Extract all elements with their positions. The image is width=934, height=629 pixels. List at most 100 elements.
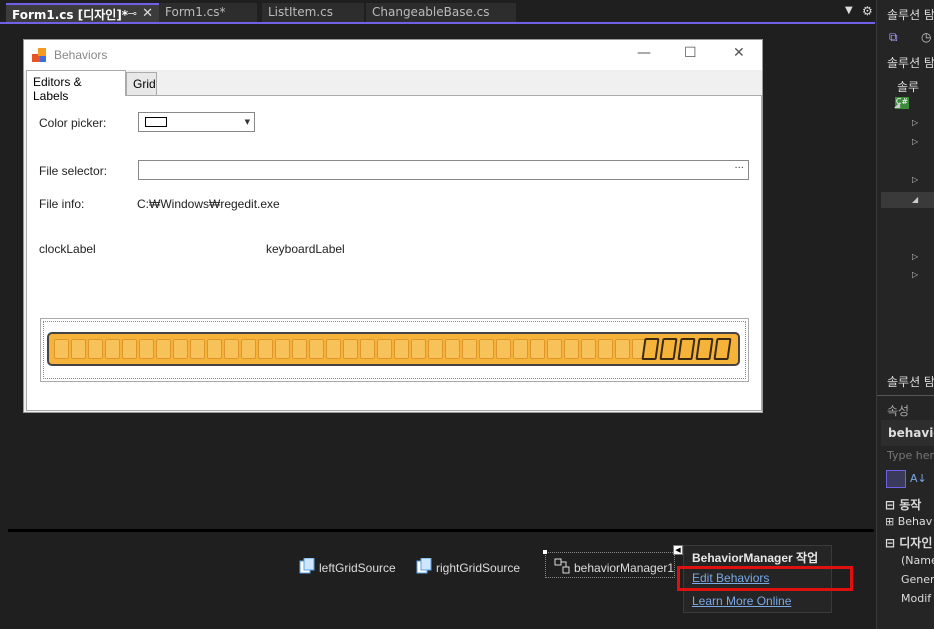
maximize-button[interactable]: ☐ bbox=[684, 45, 697, 61]
led-cell bbox=[360, 339, 375, 359]
led-cell bbox=[54, 339, 69, 359]
sort-alpha-icon[interactable]: A↓ bbox=[910, 472, 927, 485]
led-cell bbox=[496, 339, 511, 359]
solution-explorer-search[interactable]: 솔루션 탐 bbox=[887, 54, 934, 71]
expand-arrow-icon[interactable]: ▷ bbox=[912, 118, 918, 127]
solution-explorer-title: 솔루션 탐 bbox=[887, 8, 934, 22]
led-cell bbox=[479, 339, 494, 359]
form-title-bar: Behaviors — ☐ ✕ bbox=[24, 40, 762, 70]
close-button[interactable]: ✕ bbox=[733, 45, 745, 61]
solution-node[interactable]: 솔루 bbox=[897, 78, 919, 95]
led-cell bbox=[190, 339, 205, 359]
led-cell bbox=[394, 339, 409, 359]
tab-dropdown-icon[interactable]: ▼ bbox=[845, 5, 853, 16]
led-digit bbox=[659, 338, 678, 360]
keyboard-label: keyboardLabel bbox=[266, 242, 345, 256]
collapse-arrow-icon[interactable]: ◢ bbox=[912, 195, 918, 204]
clock-label: clockLabel bbox=[39, 242, 96, 256]
led-cell bbox=[615, 339, 630, 359]
form-title: Behaviors bbox=[54, 48, 108, 62]
tab-label: ListItem.cs bbox=[268, 5, 333, 19]
led-cell bbox=[598, 339, 613, 359]
smart-tag-arrow-icon[interactable]: ◀ bbox=[673, 545, 683, 555]
led-cell bbox=[173, 339, 188, 359]
led-cell bbox=[88, 339, 103, 359]
expand-arrow-icon[interactable]: ▷ bbox=[912, 252, 918, 261]
category-design[interactable]: ⊟ 디자인 bbox=[885, 534, 932, 551]
led-cell bbox=[462, 339, 477, 359]
prop-name[interactable]: (Name bbox=[901, 554, 934, 567]
chevron-down-icon: ▼ bbox=[244, 118, 250, 126]
behavior-manager-icon bbox=[554, 558, 570, 574]
properties-search-input[interactable]: Type here bbox=[887, 449, 934, 462]
tab-label: Form1.cs [디자인]* bbox=[12, 8, 129, 22]
solution-explorer-tab[interactable]: 솔루션 탐 bbox=[887, 373, 934, 390]
selected-object-name[interactable]: behavio bbox=[888, 426, 934, 440]
pin-icon[interactable]: ⊸ bbox=[128, 7, 137, 20]
gear-icon[interactable]: ⚙ bbox=[862, 4, 873, 18]
led-cell bbox=[275, 339, 290, 359]
led-cell bbox=[530, 339, 545, 359]
history-icon[interactable]: ◷ bbox=[921, 30, 931, 44]
file-selector-input[interactable]: ··· bbox=[138, 160, 749, 180]
form-window[interactable]: Behaviors — ☐ ✕ Editors & Labels Grid Co… bbox=[23, 39, 763, 413]
selection-handle[interactable] bbox=[543, 550, 547, 554]
led-cell bbox=[564, 339, 579, 359]
app-logo-icon bbox=[32, 48, 48, 64]
tab-editors-labels[interactable]: Editors & Labels bbox=[26, 70, 126, 103]
color-swatch bbox=[145, 117, 167, 127]
browse-button[interactable]: ··· bbox=[734, 163, 744, 174]
category-action[interactable]: ⊟ 동작 bbox=[885, 496, 921, 513]
solution-toolbar: ⧉ ◷ bbox=[883, 28, 933, 48]
expand-arrow-icon[interactable]: ▷ bbox=[912, 270, 918, 279]
led-cell bbox=[71, 339, 86, 359]
prop-generate[interactable]: Genera bbox=[901, 573, 934, 586]
editor-tab-bar: Form1.cs [디자인]* ⊸ ✕ Form1.cs* ListItem.c… bbox=[0, 0, 880, 22]
prop-behaviors[interactable]: ⊞ Behav bbox=[885, 515, 932, 528]
properties-title: 속성 bbox=[887, 404, 910, 418]
tab-form1-code[interactable]: Form1.cs* bbox=[159, 3, 257, 22]
tab-listitem[interactable]: ListItem.cs bbox=[262, 3, 364, 22]
right-panel: 솔루션 탐 ⧉ ◷ 솔루션 탐 솔루 C# ◢ ▷ ▷ ▷ ◢ ▷ ▷ 솔루션 … bbox=[876, 0, 934, 629]
led-digits bbox=[641, 338, 732, 360]
file-selector-label: File selector: bbox=[39, 164, 108, 178]
minimize-button[interactable]: — bbox=[637, 45, 651, 61]
led-cell bbox=[309, 339, 324, 359]
file-info-label: File info: bbox=[39, 197, 85, 211]
tab-changeablebase[interactable]: ChangeableBase.cs bbox=[366, 3, 516, 22]
led-cell bbox=[343, 339, 358, 359]
expand-arrow-icon[interactable]: ▷ bbox=[912, 137, 918, 146]
led-cell bbox=[105, 339, 120, 359]
tab-page-editors: Color picker: ▼ File selector: ··· File … bbox=[26, 95, 762, 411]
behavior-manager[interactable]: behaviorManager1 bbox=[574, 561, 674, 575]
led-cell bbox=[207, 339, 222, 359]
close-icon[interactable]: ✕ bbox=[142, 6, 153, 21]
color-picker[interactable]: ▼ bbox=[138, 112, 255, 132]
led-cell bbox=[139, 339, 154, 359]
prop-modifiers[interactable]: Modif bbox=[901, 592, 931, 605]
tab-form1-designer[interactable]: Form1.cs [디자인]* ⊸ ✕ bbox=[6, 3, 159, 22]
expand-arrow-icon[interactable]: ▷ bbox=[912, 175, 918, 184]
led-cell bbox=[513, 339, 528, 359]
smart-tag-title: BehaviorManager 작업 bbox=[692, 551, 819, 565]
file-info-value: C:₩Windows₩regedit.exe bbox=[137, 197, 280, 211]
led-digit bbox=[713, 338, 732, 360]
led-display-container[interactable] bbox=[40, 318, 749, 382]
highlight-box bbox=[677, 566, 853, 591]
right-grid-source[interactable]: rightGridSource bbox=[436, 561, 520, 575]
collapse-arrow-icon[interactable]: ◢ bbox=[894, 100, 900, 109]
learn-more-link[interactable]: Learn More Online bbox=[692, 594, 791, 608]
vs-icon[interactable]: ⧉ bbox=[889, 30, 898, 45]
tab-grid[interactable]: Grid bbox=[126, 72, 157, 95]
left-grid-source[interactable]: leftGridSource bbox=[319, 561, 396, 575]
led-cell bbox=[224, 339, 239, 359]
tab-label: Form1.cs* bbox=[165, 5, 226, 19]
led-cell bbox=[292, 339, 307, 359]
categorized-icon[interactable] bbox=[886, 470, 906, 488]
led-cell bbox=[445, 339, 460, 359]
tab-label: ChangeableBase.cs bbox=[372, 5, 490, 19]
binding-source-icon bbox=[299, 557, 315, 574]
led-digit bbox=[695, 338, 714, 360]
selected-node[interactable] bbox=[881, 192, 934, 208]
led-cell bbox=[241, 339, 256, 359]
